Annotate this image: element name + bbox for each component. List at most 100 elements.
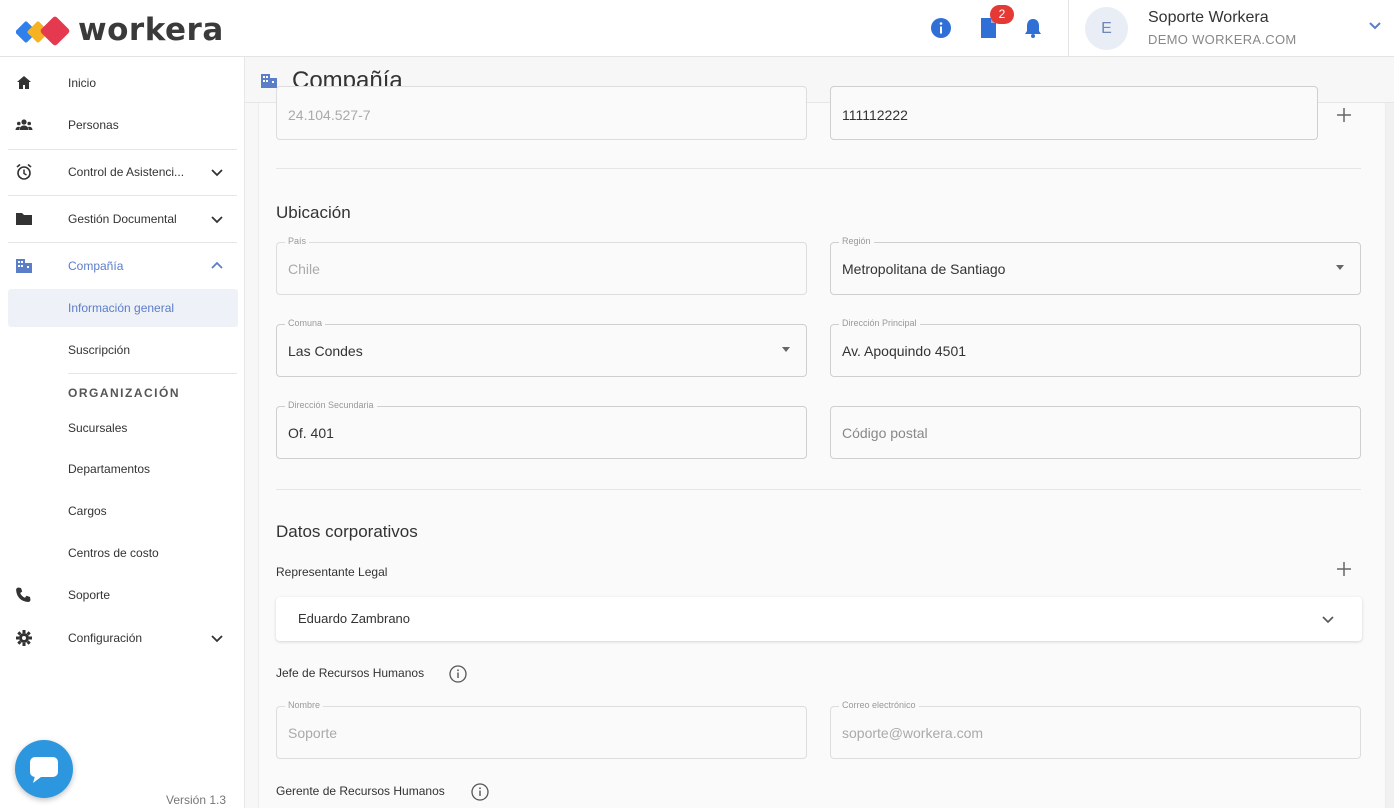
- notification-badge: 2: [990, 5, 1014, 24]
- chevron-down-icon: [211, 216, 223, 224]
- dropdown-arrow-icon: [1336, 265, 1344, 270]
- section-title-organizacion: ORGANIZACIÓN: [68, 386, 180, 400]
- avatar: E: [1085, 7, 1128, 50]
- gear-icon: [16, 630, 32, 646]
- divider: [68, 373, 237, 374]
- phone-icon: [16, 587, 31, 602]
- sidebar-item-label: Inicio: [68, 76, 97, 90]
- chevron-down-icon: [211, 635, 223, 643]
- sidebar-subitem-label: Departamentos: [68, 462, 151, 476]
- sidebar-item-soporte[interactable]: Soporte: [0, 575, 245, 615]
- sidebar-item-label: Control de Asistenci...: [68, 165, 185, 179]
- sidebar-subitem-label: Información general: [68, 301, 175, 315]
- add-phone-icon[interactable]: [1336, 107, 1352, 123]
- sidebar-item-label: Configuración: [68, 631, 143, 645]
- user-name: Soporte Workera: [1148, 9, 1269, 26]
- comuna-label: Comuna: [285, 318, 326, 328]
- correo-value: soporte@workera.com: [842, 725, 984, 741]
- chevron-down-icon: [1322, 616, 1334, 624]
- sidebar-subitem-label: Sucursales: [68, 421, 128, 435]
- bell-icon[interactable]: [1022, 17, 1044, 39]
- info-icon[interactable]: [930, 17, 952, 39]
- direccion-secundaria-value: Of. 401: [288, 425, 334, 441]
- alarm-clock-icon: [16, 163, 32, 180]
- comuna-select[interactable]: Comuna Las Condes: [276, 318, 807, 377]
- sidebar-item-label: Personas: [68, 118, 119, 132]
- section-divider: [276, 168, 1361, 169]
- home-icon: [17, 76, 31, 89]
- chat-button[interactable]: [15, 740, 73, 798]
- sidebar-subitem-label: Cargos: [68, 504, 107, 518]
- workera-logo[interactable]: workera: [16, 12, 224, 48]
- sidebar-subitem-cargos[interactable]: Cargos: [8, 492, 238, 530]
- phone-value: 111112222: [842, 107, 908, 123]
- divider: [8, 195, 237, 196]
- phone-field[interactable]: 111112222: [830, 86, 1318, 140]
- divider: [8, 242, 237, 243]
- nombre-value: Soporte: [288, 725, 338, 741]
- sidebar-item-label: Gestión Documental: [68, 212, 177, 226]
- user-menu[interactable]: E Soporte Workera DEMO WORKERA.COM: [1068, 0, 1394, 57]
- sidebar-item-label: Compañía: [68, 259, 124, 273]
- direccion-secundaria-label: Dirección Secundaria: [285, 400, 377, 410]
- info-icon[interactable]: [471, 783, 489, 801]
- chevron-down-icon[interactable]: [1367, 18, 1383, 34]
- section-heading-ubicacion: Ubicación: [276, 203, 351, 222]
- sidebar-item-personas[interactable]: Personas: [0, 105, 245, 145]
- direccion-principal-field[interactable]: Dirección Principal Av. Apoquindo 4501: [830, 318, 1361, 377]
- chevron-up-icon: [211, 261, 223, 269]
- representante-legal-label: Representante Legal: [276, 565, 388, 579]
- info-icon[interactable]: [449, 665, 467, 683]
- sidebar-subitem-suscripcion[interactable]: Suscripción: [8, 331, 238, 369]
- workera-logo-icon: [16, 16, 70, 46]
- section-heading-datos-corporativos: Datos corporativos: [276, 522, 418, 541]
- rut-field: 24.104.527-7: [276, 86, 807, 140]
- sidebar-item-compania[interactable]: Compañía: [0, 246, 245, 286]
- building-icon: [261, 74, 277, 88]
- direccion-principal-value: Av. Apoquindo 4501: [842, 343, 967, 359]
- section-divider: [276, 489, 1361, 490]
- folder-icon: [16, 213, 32, 225]
- sidebar: Inicio Personas Control de Asistenci... …: [0, 57, 245, 808]
- chat-bubble-icon: [30, 757, 58, 783]
- sidebar-subitem-departamentos[interactable]: Departamentos: [8, 450, 238, 488]
- sidebar-item-asistencia[interactable]: Control de Asistenci...: [0, 152, 245, 192]
- jefe-rrhh-label: Jefe de Recursos Humanos: [276, 666, 425, 680]
- add-representante-icon[interactable]: [1336, 561, 1352, 577]
- sidebar-subitem-sucursales[interactable]: Sucursales: [8, 409, 238, 447]
- building-icon: [16, 259, 32, 273]
- jefe-correo-field: Correo electrónico soporte@workera.com: [830, 700, 1361, 759]
- divider: [8, 149, 237, 150]
- correo-label: Correo electrónico: [839, 700, 919, 710]
- direccion-secundaria-field[interactable]: Dirección Secundaria Of. 401: [276, 400, 807, 459]
- sidebar-item-inicio[interactable]: Inicio: [0, 63, 245, 103]
- sidebar-subitem-informacion-general[interactable]: Información general: [8, 289, 238, 327]
- pais-value: Chile: [288, 261, 320, 277]
- pais-field: País Chile: [276, 236, 807, 295]
- codigo-postal-field[interactable]: Código postal: [830, 406, 1361, 459]
- sidebar-item-configuracion[interactable]: Configuración: [0, 618, 245, 658]
- rut-value: 24.104.527-7: [288, 107, 371, 123]
- sidebar-subitem-centros-costo[interactable]: Centros de costo: [8, 534, 238, 572]
- chevron-down-icon: [211, 169, 223, 177]
- nombre-label: Nombre: [285, 700, 324, 710]
- gerente-rrhh-label: Gerente de Recursos Humanos: [276, 784, 445, 798]
- sidebar-subitem-label: Suscripción: [68, 343, 131, 357]
- user-company: DEMO WORKERA.COM: [1148, 32, 1297, 47]
- sidebar-item-documental[interactable]: Gestión Documental: [0, 199, 245, 239]
- scrollbar[interactable]: [1386, 103, 1394, 808]
- top-header: workera 2 E Soporte Workera DEMO WORKERA…: [0, 0, 1394, 57]
- codigo-postal-placeholder: Código postal: [842, 425, 928, 441]
- dropdown-arrow-icon: [782, 347, 790, 352]
- sidebar-item-label: Soporte: [68, 588, 111, 602]
- jefe-nombre-field: Nombre Soporte: [276, 700, 807, 759]
- people-icon: [15, 119, 33, 130]
- comuna-value: Las Condes: [288, 343, 363, 359]
- pais-label: País: [285, 236, 310, 246]
- region-select[interactable]: Región Metropolitana de Santiago: [830, 236, 1361, 295]
- representante-legal-select[interactable]: Eduardo Zambrano: [276, 597, 1362, 641]
- direccion-principal-label: Dirección Principal: [839, 318, 920, 328]
- representante-legal-value: Eduardo Zambrano: [298, 611, 411, 626]
- sidebar-subitem-label: Centros de costo: [68, 546, 159, 560]
- logo-text: workera: [78, 12, 224, 48]
